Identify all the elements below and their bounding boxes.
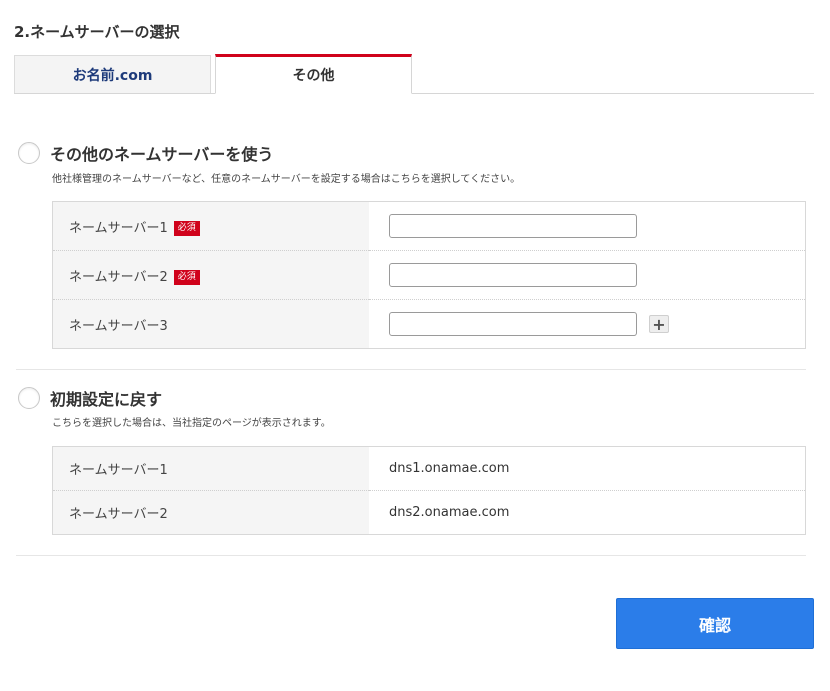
table-value-cell: +: [369, 299, 806, 349]
ns2-input[interactable]: [389, 263, 637, 287]
ns3-input[interactable]: [389, 312, 637, 336]
table-value-cell: [369, 250, 806, 300]
option-default-ns-title: 初期設定に戻す: [50, 390, 163, 409]
option-default-ns[interactable]: 初期設定に戻す: [18, 386, 162, 410]
table-header-cell: ネームサーバー3: [52, 299, 369, 349]
ns3-label: ネームサーバー3: [69, 318, 168, 334]
section-divider: [16, 555, 806, 556]
radio-default-ns[interactable]: [18, 387, 40, 409]
ns1-label: ネームサーバー1: [69, 220, 168, 236]
ns1-input[interactable]: [389, 214, 637, 238]
table-row: ネームサーバー3 +: [52, 299, 806, 349]
table-header-cell: ネームサーバー2 必須: [52, 250, 369, 300]
confirm-button[interactable]: 確認: [616, 598, 814, 649]
radio-other-ns[interactable]: [18, 142, 40, 164]
option-default-ns-description: こちらを選択した場合は、当社指定のページが表示されます。: [52, 418, 331, 429]
nameserver-input-table: ネームサーバー1 必須 ネームサーバー2 必須 ネームサーバー3 +: [52, 201, 806, 349]
table-header-cell: ネームサーバー1: [52, 446, 369, 491]
ns2-label: ネームサーバー2: [69, 269, 168, 285]
table-row: ネームサーバー1 dns1.onamae.com: [52, 446, 806, 491]
add-nameserver-button[interactable]: +: [649, 315, 669, 333]
option-other-ns[interactable]: その他のネームサーバーを使う: [18, 141, 273, 165]
required-badge: 必須: [173, 269, 200, 285]
table-value-cell: [369, 202, 806, 251]
table-header-cell: ネームサーバー1 必須: [52, 201, 369, 251]
default-nameserver-table: ネームサーバー1 dns1.onamae.com ネームサーバー2 dns2.o…: [52, 446, 806, 535]
required-badge: 必須: [173, 220, 200, 236]
tab-baseline: [14, 93, 814, 94]
default-ns2-value: dns2.onamae.com: [369, 490, 806, 535]
table-row: ネームサーバー2 必須: [52, 250, 806, 300]
option-other-ns-title: その他のネームサーバーを使う: [50, 145, 274, 164]
tab-bar: お名前.com その他: [14, 54, 814, 94]
tab-other[interactable]: その他: [215, 54, 412, 94]
option-other-ns-description: 他社様管理のネームサーバーなど、任意のネームサーバーを設定する場合はこちらを選択…: [52, 174, 521, 185]
default-ns1-value: dns1.onamae.com: [389, 461, 510, 476]
section-divider: [16, 369, 806, 370]
table-row: ネームサーバー1 必須: [52, 201, 806, 251]
table-header-cell: ネームサーバー2: [52, 490, 369, 535]
tab-onamae[interactable]: お名前.com: [14, 55, 211, 93]
section-heading: 2.ネームサーバーの選択: [14, 23, 180, 41]
table-row: ネームサーバー2 dns2.onamae.com: [52, 490, 806, 535]
